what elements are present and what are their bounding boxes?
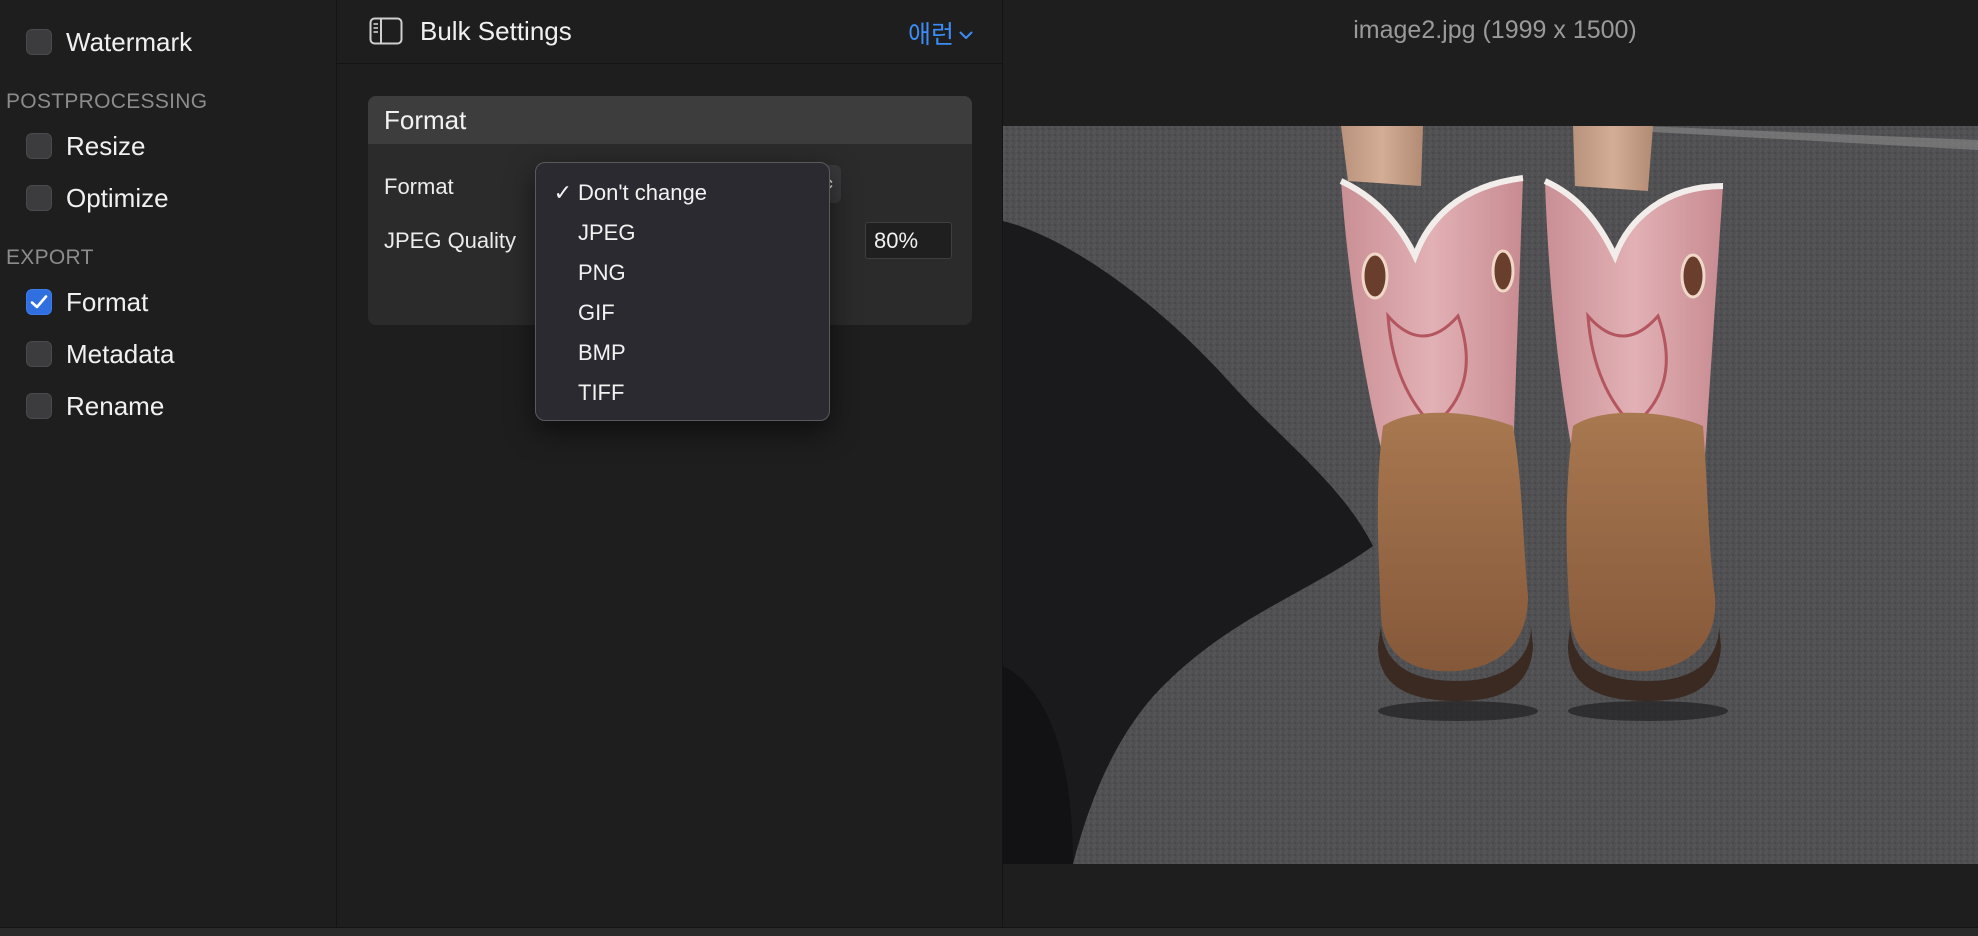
watermark-checkbox[interactable] — [26, 29, 52, 55]
metadata-checkbox[interactable] — [26, 341, 52, 367]
jpeg-quality-label: JPEG Quality — [384, 228, 517, 253]
sidebar-item-watermark[interactable]: Watermark — [26, 26, 192, 58]
menu-item-label: PNG — [578, 260, 626, 285]
preview-image — [1003, 126, 1978, 864]
sidebar-item-label: Format — [66, 286, 149, 317]
preset-menu-button[interactable]: 애런 — [908, 15, 973, 51]
sidebar-item-label: Resize — [66, 130, 146, 161]
jpeg-quality-field[interactable]: 80% — [865, 222, 952, 259]
menu-item-dont-change[interactable]: ✓ Don't change — [536, 173, 829, 213]
boots-photo — [1003, 126, 1978, 864]
checkmark-icon: ✓ — [553, 180, 572, 205]
rename-checkbox[interactable] — [26, 393, 52, 419]
chevron-down-icon — [959, 31, 973, 39]
app-window: Watermark POSTPROCESSING Resize Optimize… — [0, 0, 1978, 936]
format-dropdown-menu: ✓ Don't change JPEG PNG GIF BMP TIFF — [535, 162, 830, 421]
menu-item-jpeg[interactable]: JPEG — [536, 213, 829, 253]
card-title: Format — [368, 96, 972, 144]
format-label: Format — [384, 174, 454, 199]
sidebar-item-label: Metadata — [66, 338, 175, 369]
sidebar-item-rename[interactable]: Rename — [26, 390, 164, 422]
panel-header: Bulk Settings 애런 — [337, 0, 1003, 64]
sidebar-item-metadata[interactable]: Metadata — [26, 338, 174, 370]
menu-item-label: TIFF — [578, 380, 625, 405]
sidebar-item-label: Optimize — [66, 182, 169, 213]
panel-title: Bulk Settings — [420, 16, 572, 46]
optimize-checkbox[interactable] — [26, 185, 52, 211]
format-checkbox[interactable] — [26, 289, 52, 315]
settings-panel: Bulk Settings 애런 Format Format JPEG Qual… — [337, 0, 1003, 936]
section-header-export: EXPORT — [6, 246, 94, 269]
menu-item-bmp[interactable]: BMP — [536, 333, 829, 373]
menu-item-tiff[interactable]: TIFF — [536, 373, 829, 413]
bottom-status-bar — [0, 927, 1978, 936]
menu-item-png[interactable]: PNG — [536, 253, 829, 293]
menu-item-gif[interactable]: GIF — [536, 293, 829, 333]
sidebar: Watermark POSTPROCESSING Resize Optimize… — [0, 0, 337, 936]
section-header-postprocessing: POSTPROCESSING — [6, 90, 208, 113]
menu-item-label: JPEG — [578, 220, 636, 245]
resize-checkbox[interactable] — [26, 133, 52, 159]
sidebar-toggle-icon[interactable] — [369, 17, 403, 45]
preset-label: 애런 — [907, 21, 954, 49]
sidebar-item-label: Rename — [66, 390, 165, 421]
checkmark-icon — [30, 295, 48, 309]
sidebar-item-optimize[interactable]: Optimize — [26, 182, 169, 214]
menu-item-label: Don't change — [578, 180, 707, 205]
sidebar-item-resize[interactable]: Resize — [26, 130, 145, 162]
sidebar-item-label: Watermark — [66, 26, 193, 57]
sidebar-item-format[interactable]: Format — [26, 286, 148, 318]
preview-pane: image2.jpg (1999 x 1500) — [1003, 0, 1978, 936]
preview-title: image2.jpg (1999 x 1500) — [1353, 16, 1637, 44]
menu-item-label: BMP — [578, 340, 626, 365]
menu-item-label: GIF — [578, 300, 615, 325]
